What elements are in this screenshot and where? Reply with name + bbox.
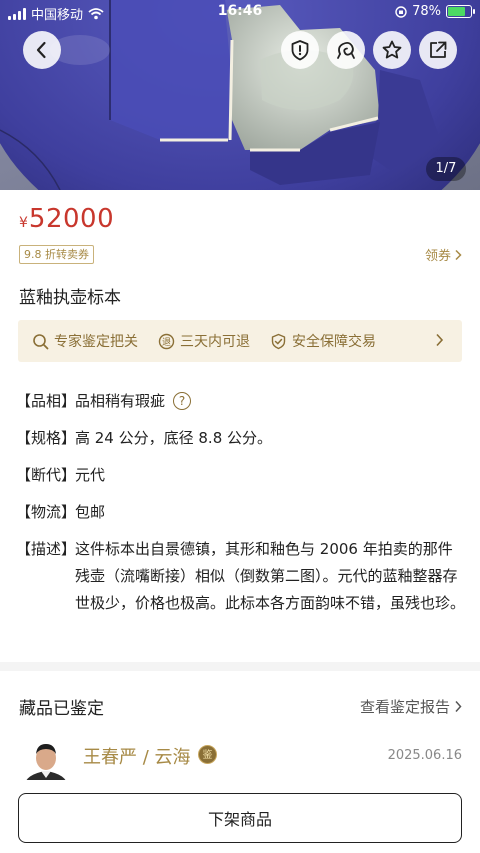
attribute-key: 【规格】: [16, 429, 77, 447]
return-icon: 退: [158, 333, 175, 349]
currency-symbol: ¥: [19, 215, 28, 231]
attribute-value: 元代: [75, 466, 106, 484]
guarantee-label: 专家鉴定把关: [54, 334, 138, 350]
attribute-value: 高 24 公分，底径 8.8 公分。: [75, 429, 273, 447]
attribute-key: 【品相】: [16, 392, 77, 410]
product-photo: [0, 0, 480, 190]
status-bar: 中国移动 16:46 78%: [0, 0, 480, 24]
attribute-value: 这件标本出自景德镇，其形和釉色与 2006 年拍卖的那件残壶（流嘴断接）相似（倒…: [75, 540, 466, 612]
get-coupon-label: 领券: [424, 249, 451, 264]
attribute-key: 【描述】: [16, 540, 77, 558]
attribute-row: 【物流】 包邮: [16, 501, 466, 523]
report-button[interactable]: [281, 31, 319, 69]
get-coupon-link[interactable]: 领券: [425, 245, 462, 264]
attribute-list: 【品相】 品相稍有瑕疵? 【规格】 高 24 公分，底径 8.8 公分。 【断代…: [16, 390, 466, 632]
star-icon: [382, 40, 402, 59]
attribute-row: 【品相】 品相稍有瑕疵?: [16, 390, 466, 412]
bottom-action-bar: 下架商品: [0, 780, 480, 853]
appraisal-date: 2025.06.16: [387, 748, 462, 763]
product-title: 蓝釉执壶标本: [19, 288, 121, 308]
view-report-link[interactable]: 查看鉴定报告: [360, 696, 462, 717]
chevron-right-icon: [436, 333, 444, 347]
share-icon: [430, 41, 447, 58]
product-image[interactable]: [0, 0, 480, 190]
attribute-value: 品相稍有瑕疵: [75, 392, 166, 410]
attribute-row: 【断代】 元代: [16, 464, 466, 486]
help-icon[interactable]: ?: [173, 392, 192, 410]
view-report-label: 查看鉴定报告: [359, 698, 450, 716]
attribute-row: 【规格】 高 24 公分，底径 8.8 公分。: [16, 427, 466, 449]
attribute-value-wrap: 品相稍有瑕疵?: [75, 390, 466, 412]
shield-alert-icon: [291, 40, 309, 61]
appraiser-name: 王春严 / 云海: [83, 747, 191, 768]
orientation-lock-icon: [395, 5, 407, 18]
guarantee-label: 安全保障交易: [292, 334, 376, 350]
attribute-key: 【断代】: [16, 466, 77, 484]
guarantee-bar[interactable]: 专家鉴定把关 退 三天内可退 安全保障交易: [18, 320, 462, 362]
similar-button[interactable]: [327, 31, 365, 69]
price-value: 52000: [28, 204, 115, 234]
share-button[interactable]: [419, 31, 457, 69]
guarantee-item: 专家鉴定把关: [32, 331, 138, 351]
favorite-button[interactable]: [373, 31, 411, 69]
delist-button[interactable]: 下架商品: [18, 793, 462, 843]
gallery-indicator: 1/7: [426, 157, 466, 181]
back-button[interactable]: [23, 31, 61, 69]
appraiser-badge-icon: 鉴: [198, 745, 217, 764]
coupon-tag: 9.8 折转卖券: [19, 245, 94, 264]
appraisal-title: 藏品已鉴定: [19, 699, 104, 719]
guarantee-item: 安全保障交易: [270, 331, 376, 351]
attribute-key: 【物流】: [16, 503, 77, 521]
battery-icon: [446, 5, 475, 18]
chevron-right-icon: [455, 249, 462, 260]
search-icon: [33, 333, 49, 349]
attribute-row: 【描述】 这件标本出自景德镇，其形和釉色与 2006 年拍卖的那件残壶（流嘴断接…: [16, 538, 466, 617]
guarantee-label: 三天内可退: [180, 334, 250, 350]
avatar: [20, 738, 72, 786]
attribute-value: 包邮: [75, 503, 106, 521]
guarantee-item: 退 三天内可退: [158, 331, 250, 351]
chevron-left-icon: [36, 41, 46, 59]
section-divider: [0, 662, 480, 671]
svg-text:退: 退: [162, 337, 171, 348]
price: ¥ 52000: [19, 204, 114, 234]
appraiser-card[interactable]: 王春严 / 云海 鉴 2025.06.16: [20, 738, 462, 787]
chevron-right-icon: [455, 700, 462, 713]
shield-check-icon: [271, 333, 286, 349]
battery-percent: 78%: [412, 4, 441, 19]
swirl-icon: [337, 41, 355, 59]
